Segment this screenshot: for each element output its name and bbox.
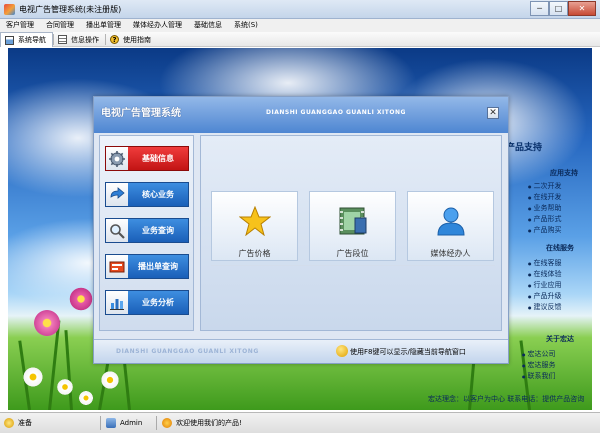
navigation-window: 电视广告管理系统 DIANSHI GUANGGAO GUANLI XITONG … <box>93 96 509 364</box>
about-heading: 关于宏达 <box>546 335 574 343</box>
product-support-title: 产品支持 <box>506 143 543 153</box>
desktop-background: 产品支持 应用支持 二次开发 在线开发 业务帮助 产品形式 产品购买 在线服务 … <box>8 48 592 410</box>
tile-ad-slot[interactable]: 广告段位 <box>309 191 396 261</box>
menu-broadcast[interactable]: 播出单管理 <box>80 19 127 32</box>
support-link[interactable]: 二次开发 <box>528 181 562 191</box>
tab-info-operation[interactable]: 信息操作 <box>54 32 105 47</box>
category-business-query[interactable]: 业务查询 <box>105 218 189 243</box>
category-label: 业务查询 <box>142 226 174 235</box>
tab-label: 信息操作 <box>71 35 99 44</box>
category-broadcast-query[interactable]: 播出单查询 <box>105 254 189 279</box>
support-link[interactable]: 产品购买 <box>528 225 562 235</box>
category-label: 业务分析 <box>142 298 174 307</box>
category-label: 核心业务 <box>142 190 174 199</box>
help-icon: ? <box>110 35 119 44</box>
tile-ad-price[interactable]: 广告价格 <box>211 191 298 261</box>
service-link[interactable]: 行业应用 <box>528 280 562 290</box>
desktop-footer-text: 宏达理念：以客户为中心 联系电话：提供产品咨询 <box>428 395 585 403</box>
toolbar: 系统导航 信息操作 ? 使用指南 <box>0 32 600 47</box>
navigation-window-footer: DIANSHI GUANGGAO GUANLI XITONG 使用F8键可以显示… <box>94 339 508 363</box>
window-title: 电视广告管理系统(未注册版) <box>19 5 122 14</box>
daisy-flower <box>22 366 44 388</box>
navigation-window-header: 电视广告管理系统 DIANSHI GUANGGAO GUANLI XITONG … <box>94 97 508 133</box>
person-icon <box>435 206 467 236</box>
tile-label: 媒体经办人 <box>430 249 471 258</box>
service-link[interactable]: 在线客服 <box>528 258 562 268</box>
tile-media-agent[interactable]: 媒体经办人 <box>407 191 494 261</box>
about-link[interactable]: 联系我们 <box>522 371 556 381</box>
menu-contract[interactable]: 合同管理 <box>40 19 80 32</box>
daisy-flower <box>100 370 120 390</box>
menu-bar: 客户管理 合同管理 播出单管理 媒体经办人管理 基础信息 系统(S) <box>0 19 600 32</box>
status-user-text: Admin <box>120 419 143 427</box>
tile-label: 广告段位 <box>336 249 369 258</box>
category-basic-info[interactable]: 基础信息 <box>105 146 189 171</box>
status-welcome-text: 欢迎使用我们的产品! <box>176 419 242 427</box>
support-heading: 应用支持 <box>550 169 578 177</box>
pink-flower <box>68 286 94 312</box>
navigation-icon <box>5 35 14 45</box>
schedule-icon <box>106 255 128 278</box>
navigation-close-button[interactable]: ✕ <box>487 107 499 119</box>
tile-label: 广告价格 <box>238 249 271 258</box>
lightbulb-icon <box>4 418 14 428</box>
status-ready: 准备 <box>4 413 32 433</box>
category-label: 播出单查询 <box>138 262 178 271</box>
app-icon <box>4 4 15 15</box>
chart-icon <box>106 291 128 314</box>
navigation-window-pinyin: DIANSHI GUANGGAO GUANLI XITONG <box>266 109 406 116</box>
footer-pinyin: DIANSHI GUANGGAO GUANLI XITONG <box>116 348 259 355</box>
category-business-analysis[interactable]: 业务分析 <box>105 290 189 315</box>
online-service-heading: 在线服务 <box>546 244 574 252</box>
status-divider <box>100 416 101 430</box>
tab-user-guide[interactable]: ? 使用指南 <box>106 32 157 47</box>
grass <box>64 330 73 410</box>
grass <box>122 360 131 410</box>
function-panel: 广告价格 广告段位 媒体经办人 <box>200 135 502 331</box>
film-icon <box>337 206 369 236</box>
info-icon <box>58 35 67 44</box>
service-link[interactable]: 在线体验 <box>528 269 562 279</box>
menu-customer[interactable]: 客户管理 <box>0 19 40 32</box>
daisy-flower <box>56 378 74 396</box>
about-link[interactable]: 宏达服务 <box>522 360 556 370</box>
support-link[interactable]: 产品形式 <box>528 214 562 224</box>
arrow-icon <box>106 183 128 206</box>
service-link[interactable]: 建议反馈 <box>528 302 562 312</box>
daisy-flower <box>78 390 94 406</box>
tab-system-navigation[interactable]: 系统导航 <box>0 32 53 47</box>
category-label: 基础信息 <box>142 154 174 163</box>
status-ready-text: 准备 <box>18 419 32 427</box>
footer-tip: 使用F8键可以显示/隐藏当前导航窗口 <box>350 348 466 356</box>
service-link[interactable]: 产品升级 <box>528 291 562 301</box>
menu-basic-info[interactable]: 基础信息 <box>188 19 228 32</box>
lightbulb-icon <box>336 345 348 357</box>
title-bar[interactable]: 电视广告管理系统(未注册版) ─ □ ✕ <box>0 0 600 19</box>
close-button[interactable]: ✕ <box>568 1 596 16</box>
user-icon <box>106 418 116 428</box>
support-link[interactable]: 业务帮助 <box>528 203 562 213</box>
category-panel: 基础信息 核心业务 业务查询 播出单查询 业务分析 <box>99 135 194 331</box>
window-controls: ─ □ ✕ <box>530 1 596 17</box>
minimize-button[interactable]: ─ <box>530 1 549 16</box>
tab-label: 使用指南 <box>123 35 151 44</box>
menu-media-agent[interactable]: 媒体经办人管理 <box>127 19 188 32</box>
star-icon <box>238 205 272 237</box>
magnifier-icon <box>106 219 128 242</box>
about-link[interactable]: 宏达公司 <box>522 349 556 359</box>
maximize-button[interactable]: □ <box>549 1 568 16</box>
gear-icon <box>106 147 128 170</box>
smile-icon <box>162 418 172 428</box>
tile-empty-row <box>211 265 495 317</box>
status-user: Admin <box>106 413 142 433</box>
status-bar: 准备 Admin 欢迎使用我们的产品! <box>0 412 600 433</box>
category-core-business[interactable]: 核心业务 <box>105 182 189 207</box>
tab-label: 系统导航 <box>18 36 46 44</box>
status-welcome: 欢迎使用我们的产品! <box>162 413 242 433</box>
support-link[interactable]: 在线开发 <box>528 192 562 202</box>
status-divider <box>156 416 157 430</box>
pink-flower <box>32 308 62 338</box>
navigation-window-title: 电视广告管理系统 <box>101 108 181 119</box>
menu-system[interactable]: 系统(S) <box>228 19 264 32</box>
